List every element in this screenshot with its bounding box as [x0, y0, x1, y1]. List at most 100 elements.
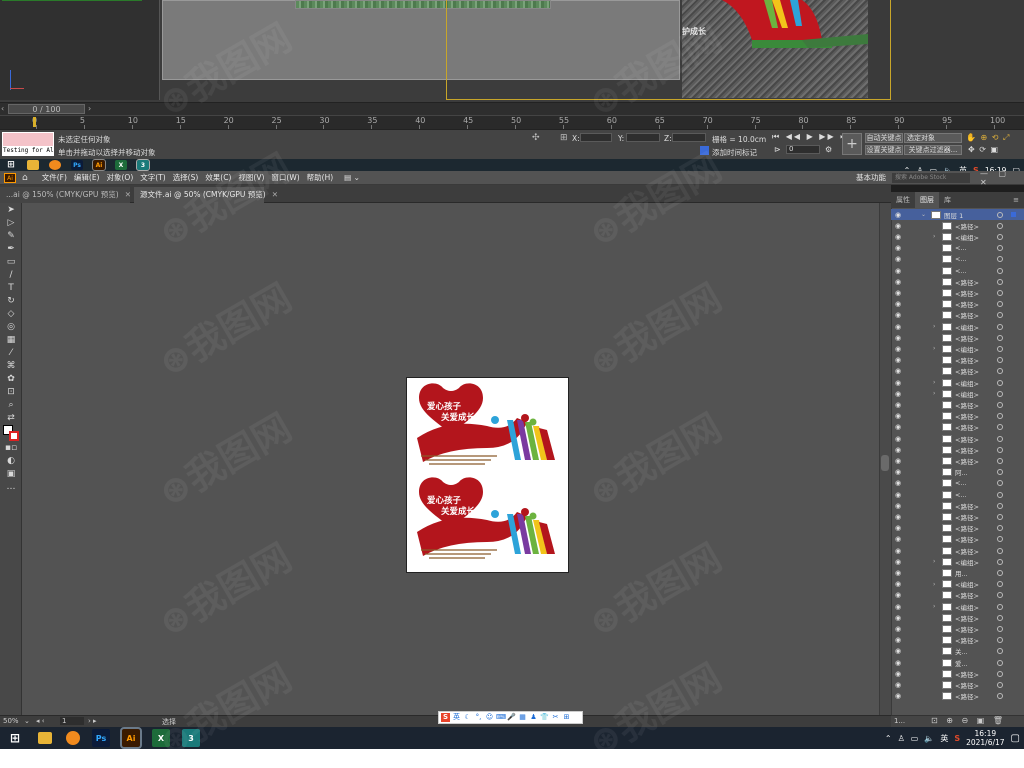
- target-circle-icon[interactable]: [997, 536, 1003, 543]
- type-tool-icon[interactable]: T: [4, 283, 18, 294]
- layer-name[interactable]: <路径>: [955, 221, 979, 231]
- target-circle-icon[interactable]: [997, 614, 1003, 621]
- ime-toolbar[interactable]: S 英 ☾ °, ☺ ⌨ 🎤 ▦ ♟ 👕 ✂ ⊞: [438, 711, 583, 724]
- gradient-tool-icon[interactable]: ▦: [4, 335, 18, 346]
- file-explorer-icon[interactable]: [27, 160, 39, 170]
- artboard-nav-next[interactable]: › ▸: [88, 717, 97, 725]
- tray-chevron-icon[interactable]: ⌃: [885, 734, 892, 743]
- layer-row[interactable]: ◉ <路径>: [891, 590, 1024, 601]
- draw-mode-icon[interactable]: ◐: [4, 456, 18, 467]
- visibility-eye-icon[interactable]: ◉: [895, 547, 903, 555]
- 3dsmax-icon[interactable]: 3: [182, 729, 200, 747]
- max-left-viewport[interactable]: [0, 0, 160, 100]
- target-circle-icon[interactable]: [997, 334, 1003, 341]
- target-circle-icon[interactable]: [997, 547, 1003, 554]
- tray-notification-icon[interactable]: ▢: [1011, 733, 1020, 744]
- expand-arrow-icon[interactable]: ⌄: [921, 211, 926, 218]
- time-tag-icon[interactable]: [700, 146, 709, 155]
- layer-row[interactable]: ◉ <路径>: [891, 399, 1024, 410]
- ime-punct-icon[interactable]: °,: [474, 713, 483, 722]
- visibility-eye-icon[interactable]: ◉: [895, 423, 903, 431]
- time-slider[interactable]: ‹ 0 / 100 ›: [0, 102, 1024, 115]
- layer-row[interactable]: ◉ 阿...: [891, 467, 1024, 478]
- visibility-eye-icon[interactable]: ◉: [895, 412, 903, 420]
- ime-mic-icon[interactable]: 🎤: [507, 713, 516, 722]
- expand-arrow-icon[interactable]: ›: [933, 581, 935, 588]
- illustrator-icon[interactable]: Ai: [92, 159, 106, 171]
- screen-mode-icon[interactable]: ▣: [4, 469, 18, 480]
- layer-row[interactable]: ◉ <...: [891, 254, 1024, 265]
- visibility-eye-icon[interactable]: ◉: [895, 468, 903, 476]
- photoshop-icon[interactable]: Ps: [92, 729, 110, 747]
- key-mode-icon[interactable]: ⊳: [774, 145, 781, 154]
- target-circle-icon[interactable]: [997, 435, 1003, 442]
- coord-z-field[interactable]: [672, 133, 706, 142]
- menu-window[interactable]: 窗口(W): [271, 172, 299, 183]
- browser-icon[interactable]: [66, 731, 80, 745]
- menu-file[interactable]: 文件(F): [42, 172, 67, 183]
- layer-name[interactable]: <路径>: [955, 613, 979, 623]
- target-circle-icon[interactable]: [997, 401, 1003, 408]
- layer-row[interactable]: ◉ <路径>: [891, 511, 1024, 522]
- tray-language[interactable]: 英: [940, 733, 948, 744]
- visibility-eye-icon[interactable]: ◉: [895, 479, 903, 487]
- layer-name[interactable]: <...: [955, 267, 967, 275]
- expand-arrow-icon[interactable]: ›: [933, 379, 935, 386]
- illustrator-icon[interactable]: Ai: [120, 727, 142, 749]
- layer-name[interactable]: <路径>: [955, 546, 979, 556]
- layer-row[interactable]: ◉ <路径>: [891, 287, 1024, 298]
- layer-name[interactable]: <编组>: [955, 602, 979, 612]
- eyedropper-tool-icon[interactable]: ⁄: [4, 348, 18, 359]
- artboard[interactable]: 爱心孩子 关爱成长 爱心孩子 关爱成长: [406, 377, 569, 573]
- ime-lang-toggle[interactable]: 英: [452, 713, 461, 722]
- more-tools-icon[interactable]: …: [4, 482, 18, 493]
- layer-name[interactable]: 关...: [955, 646, 968, 656]
- target-circle-icon[interactable]: [997, 368, 1003, 375]
- layer-name[interactable]: <...: [955, 479, 967, 487]
- selection-indicator[interactable]: [1011, 212, 1016, 218]
- target-circle-icon[interactable]: [997, 289, 1003, 296]
- paintbrush-tool-icon[interactable]: /: [4, 270, 18, 281]
- close-icon[interactable]: ✕: [125, 190, 131, 199]
- visibility-eye-icon[interactable]: ◉: [895, 603, 903, 611]
- visibility-eye-icon[interactable]: ◉: [895, 670, 903, 678]
- target-circle-icon[interactable]: [997, 659, 1003, 666]
- artboard-nav-prev[interactable]: ◂ ‹: [36, 717, 45, 725]
- menu-type[interactable]: 文字(T): [140, 172, 165, 183]
- target-circle-icon[interactable]: [997, 648, 1003, 655]
- ime-moon-icon[interactable]: ☾: [463, 713, 472, 722]
- target-circle-icon[interactable]: [997, 424, 1003, 431]
- swap-colors-icon[interactable]: ⇄: [4, 413, 18, 424]
- visibility-eye-icon[interactable]: ◉: [895, 636, 903, 644]
- layer-name[interactable]: <路径>: [955, 411, 979, 421]
- target-circle-icon[interactable]: [997, 312, 1003, 319]
- target-circle-icon[interactable]: [997, 603, 1003, 610]
- layer-row[interactable]: ◉ › <编组>: [891, 231, 1024, 242]
- vertical-scrollbar-thumb[interactable]: [881, 455, 889, 471]
- ime-user-icon[interactable]: ♟: [529, 713, 538, 722]
- direct-selection-tool-icon[interactable]: ▷: [4, 218, 18, 229]
- visibility-eye-icon[interactable]: ◉: [895, 491, 903, 499]
- layer-name[interactable]: <编组>: [955, 344, 979, 354]
- layer-name[interactable]: <...: [955, 491, 967, 499]
- tray-person-icon[interactable]: ♙: [898, 734, 905, 743]
- target-circle-icon[interactable]: [997, 637, 1003, 644]
- visibility-eye-icon[interactable]: ◉: [895, 569, 903, 577]
- layer-name[interactable]: <路径>: [955, 422, 979, 432]
- layer-row[interactable]: ◉ <路径>: [891, 523, 1024, 534]
- target-circle-icon[interactable]: [997, 379, 1003, 386]
- max-right-viewport[interactable]: [870, 0, 1024, 100]
- set-key-big-button[interactable]: +: [842, 133, 862, 155]
- layer-row[interactable]: ◉ <路径>: [891, 366, 1024, 377]
- key-filters-button[interactable]: 关键点过滤器...: [904, 145, 962, 155]
- visibility-eye-icon[interactable]: ◉: [895, 244, 903, 252]
- coord-y-field[interactable]: [626, 133, 660, 142]
- magic-wand-icon[interactable]: ✎: [4, 231, 18, 242]
- target-circle-icon[interactable]: [997, 513, 1003, 520]
- target-circle-icon[interactable]: [997, 469, 1003, 476]
- target-circle-icon[interactable]: [997, 390, 1003, 397]
- artboard-tool-icon[interactable]: ⊡: [4, 387, 18, 398]
- target-circle-icon[interactable]: [997, 502, 1003, 509]
- target-circle-icon[interactable]: [997, 569, 1003, 576]
- visibility-eye-icon[interactable]: ◉: [895, 591, 903, 599]
